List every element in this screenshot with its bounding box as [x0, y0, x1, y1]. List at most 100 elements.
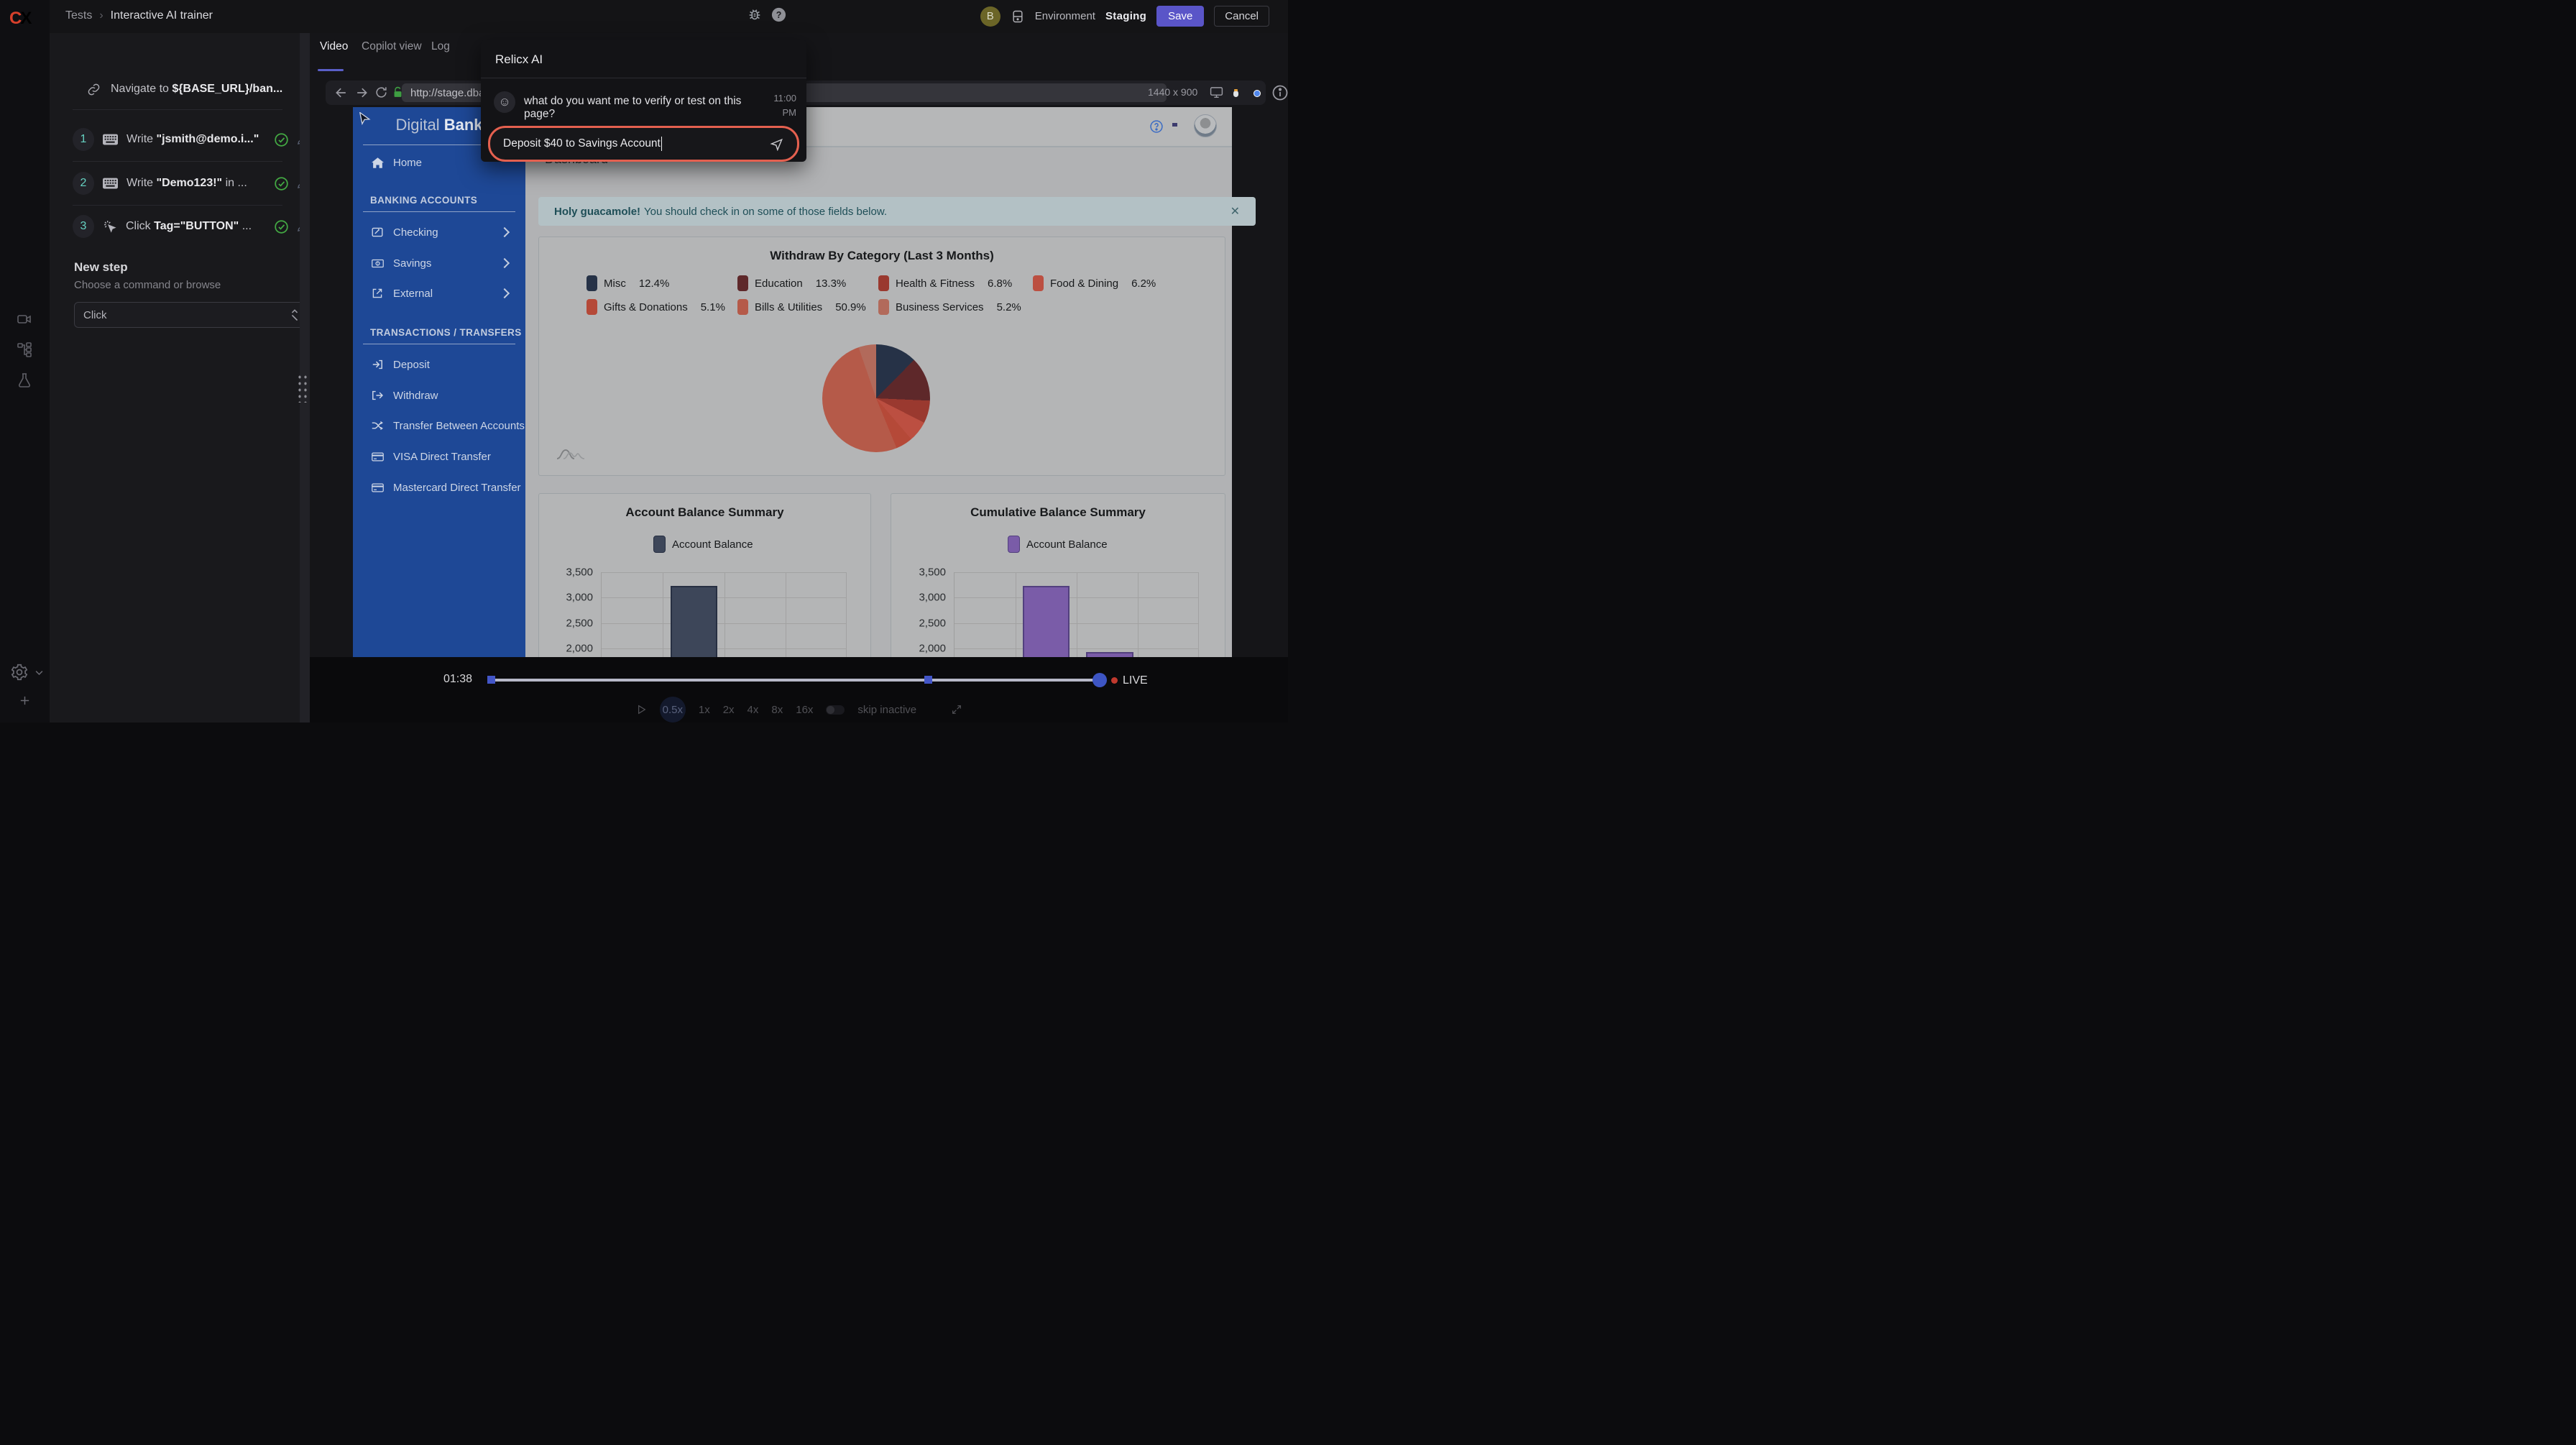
info-icon[interactable]: [1271, 84, 1288, 101]
help-icon[interactable]: ?: [770, 6, 787, 23]
environment-value[interactable]: Staging: [1105, 10, 1146, 22]
chevron-down-icon[interactable]: [34, 667, 45, 678]
bank-nav-visa-transfer[interactable]: VISA Direct Transfer: [353, 446, 525, 467]
step-row-2[interactable]: 2 Write "Demo123!" in ...: [50, 169, 323, 198]
step-row-1[interactable]: 1 Write "jsmith@demo.i...": [50, 125, 323, 154]
bar-plot: 3,500 3,000 2,500 2,000: [954, 572, 1199, 659]
pie-chart-title: Withdraw By Category (Last 3 Months): [539, 249, 1225, 263]
video-player-bar: 01:38 LIVE 0.5x 1x 2x 4x 8x 16x skip ina…: [310, 657, 1288, 722]
tab-copilot-view[interactable]: Copilot view: [362, 40, 422, 53]
breadcrumb-tests[interactable]: Tests: [65, 9, 92, 22]
legend-item[interactable]: Food & Dining6.2%: [1033, 275, 1156, 292]
legend-item[interactable]: Health & Fitness6.8%: [878, 275, 1012, 292]
svg-text:?: ?: [776, 10, 782, 20]
ai-prompt-input[interactable]: Deposit $40 to Savings Account: [488, 126, 799, 162]
save-button[interactable]: Save: [1156, 6, 1204, 27]
send-icon[interactable]: [770, 137, 784, 151]
withdraw-pie: [822, 344, 930, 452]
legend-item[interactable]: Account Balance: [653, 536, 753, 553]
play-icon[interactable]: [635, 704, 647, 715]
bank-nav-deposit[interactable]: Deposit: [353, 354, 525, 375]
user-avatar[interactable]: B: [980, 6, 1000, 27]
panel-resize-handle[interactable]: [300, 33, 310, 722]
forward-icon[interactable]: [354, 86, 369, 100]
legend-item[interactable]: Business Services5.2%: [878, 298, 1021, 316]
sign-in-icon: [370, 359, 385, 370]
debug-bug-icon[interactable]: [747, 7, 763, 23]
step-action: Write: [126, 133, 156, 145]
speed-16x[interactable]: 16x: [796, 704, 813, 716]
credit-card-icon: [370, 483, 385, 492]
cumulative-balance-bar: [1023, 586, 1070, 659]
speed-8x[interactable]: 8x: [771, 704, 783, 716]
step-number: 3: [73, 215, 94, 238]
select-chevrons-icon: [290, 309, 299, 321]
chevron-right-icon: [500, 258, 510, 268]
speed-0.5x[interactable]: 0.5x: [660, 697, 686, 722]
legend-item[interactable]: Misc12.4%: [586, 275, 669, 292]
chevron-right-icon: [500, 227, 510, 237]
skip-inactive-toggle[interactable]: [826, 705, 845, 715]
account-balance-bar: [671, 586, 717, 659]
bank-help-icon[interactable]: [1149, 119, 1164, 134]
tab-video[interactable]: Video: [320, 40, 348, 53]
add-icon[interactable]: [19, 694, 31, 707]
bank-nav-transfer[interactable]: Transfer Between Accounts: [353, 415, 525, 436]
step-navigate[interactable]: Navigate to ${BASE_URL}/ban...: [50, 75, 337, 104]
step-passed-icon: [274, 219, 289, 234]
step-passed-icon: [274, 176, 289, 191]
external-link-icon: [370, 288, 385, 299]
navigate-prefix: Navigate to: [111, 83, 172, 95]
timeline-slider[interactable]: [490, 679, 1105, 682]
session-video[interactable]: Digital Bank Home BANKING ACCOUNTS Check…: [353, 107, 1232, 657]
timeline-start-handle[interactable]: [487, 676, 495, 684]
y-tick: 2,000: [566, 643, 593, 655]
timeline-live-handle[interactable]: [1092, 673, 1107, 687]
cx-logo[interactable]: CX: [9, 9, 30, 29]
bank-nav-label: External: [393, 288, 433, 300]
breadcrumb: Tests › Interactive AI trainer: [65, 9, 213, 22]
bank-content: Dashboard Holy guacamole! You should che…: [525, 107, 1232, 657]
sparkline-icon[interactable]: [556, 446, 585, 462]
cancel-button[interactable]: Cancel: [1214, 6, 1269, 27]
settings-gear-icon[interactable]: [10, 663, 29, 682]
ai-chat-icon: ☺: [494, 91, 515, 113]
bank-nav-label: Transfer Between Accounts: [393, 420, 525, 432]
command-select-value: Click: [83, 309, 107, 321]
speed-1x[interactable]: 1x: [699, 704, 710, 716]
reload-icon[interactable]: [374, 86, 388, 99]
tab-log[interactable]: Log: [431, 40, 450, 53]
legend-item[interactable]: Bills & Utilities50.9%: [737, 298, 866, 316]
recordings-icon[interactable]: [16, 311, 33, 328]
step-number: 1: [73, 128, 94, 151]
bank-user-avatar[interactable]: [1194, 114, 1217, 137]
fullscreen-icon[interactable]: [951, 704, 962, 715]
step-number: 2: [73, 172, 94, 195]
alert-bold-text: Holy guacamole!: [554, 206, 640, 218]
command-select[interactable]: Click: [74, 302, 308, 328]
bank-nav-mastercard-transfer[interactable]: Mastercard Direct Transfer: [353, 477, 525, 498]
bank-nav-external[interactable]: External: [353, 283, 525, 304]
alert-close-icon[interactable]: ✕: [1230, 204, 1240, 219]
checking-icon: [370, 226, 385, 238]
monitor-icon[interactable]: [1210, 86, 1223, 99]
bank-nav-label: Home: [393, 157, 422, 169]
cursor-click-icon: [103, 219, 117, 234]
step-row-3[interactable]: 3 Click Tag="BUTTON" ...: [50, 212, 323, 241]
speed-2x[interactable]: 2x: [723, 704, 735, 716]
experiments-flask-icon[interactable]: [16, 372, 33, 389]
legend-item[interactable]: Account Balance: [1008, 536, 1108, 553]
ai-message-row: ☺ what do you want me to verify or test …: [494, 91, 796, 121]
savings-icon: 1: [370, 259, 385, 268]
step-action: Click: [126, 220, 154, 232]
app-window: CX Tests › Interactive AI trainer: [0, 0, 1288, 722]
legend-item[interactable]: Gifts & Donations5.1%: [586, 298, 725, 316]
bank-nav-checking[interactable]: Checking: [353, 221, 525, 243]
timeline-marker[interactable]: [924, 676, 932, 684]
speed-4x[interactable]: 4x: [748, 704, 759, 716]
back-icon[interactable]: [334, 86, 349, 100]
bank-nav-withdraw[interactable]: Withdraw: [353, 385, 525, 406]
legend-item[interactable]: Education13.3%: [737, 275, 846, 292]
flows-icon[interactable]: [16, 341, 33, 358]
bank-nav-savings[interactable]: 1 Savings: [353, 252, 525, 274]
